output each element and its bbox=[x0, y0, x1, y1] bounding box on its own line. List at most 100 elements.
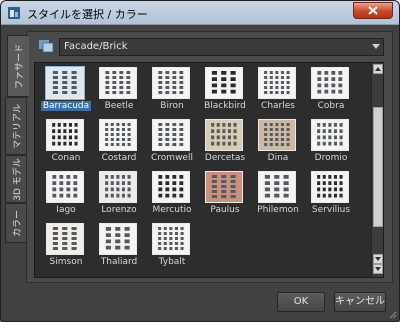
style-thumbnail[interactable]: Mercutio bbox=[147, 171, 199, 223]
tab-3d-model[interactable]: 3D モデル bbox=[5, 155, 27, 203]
facade-windows-icon bbox=[264, 123, 290, 146]
facade-windows-icon bbox=[158, 227, 184, 250]
close-button[interactable] bbox=[353, 2, 393, 19]
style-thumbnail[interactable]: Dercetas bbox=[200, 119, 252, 171]
scroll-thumb[interactable] bbox=[373, 107, 383, 227]
facade-windows-icon bbox=[211, 175, 236, 198]
building-facade-image bbox=[311, 171, 349, 203]
style-name-text: Costard bbox=[101, 153, 137, 163]
style-name-text: Servilius bbox=[311, 205, 351, 215]
tab-facade-label: ファサード bbox=[15, 43, 26, 89]
facade-windows-icon bbox=[264, 71, 290, 94]
style-thumbnail[interactable]: Philemon bbox=[253, 171, 305, 223]
category-icon bbox=[39, 40, 53, 52]
building-facade-image bbox=[46, 223, 84, 255]
scroll-down-button[interactable] bbox=[373, 254, 383, 264]
building-facade-image bbox=[152, 119, 190, 151]
facade-windows-icon bbox=[52, 227, 77, 250]
building-facade-image bbox=[152, 223, 190, 255]
building-facade-image bbox=[311, 67, 349, 99]
facade-windows-icon bbox=[52, 175, 78, 198]
facade-windows-icon bbox=[317, 123, 343, 146]
building-facade-image bbox=[205, 119, 243, 151]
style-name-text: Lorenzo bbox=[101, 205, 137, 215]
arrow-up-icon bbox=[375, 67, 381, 71]
tab-material[interactable]: マテリアル bbox=[5, 97, 27, 155]
building-facade-image bbox=[258, 171, 296, 203]
style-thumbnail[interactable]: Simson bbox=[41, 223, 93, 275]
building-facade-image bbox=[152, 171, 190, 203]
style-name-text: Dercetas bbox=[204, 153, 246, 163]
chevron-down-icon bbox=[372, 44, 380, 49]
category-value: Facade/Brick bbox=[64, 41, 128, 52]
style-name-text: Philemon bbox=[257, 205, 299, 215]
title-bar[interactable]: スタイルを選択 / カラー bbox=[1, 1, 399, 25]
facade-windows-icon bbox=[52, 71, 77, 94]
facade-windows-icon bbox=[105, 175, 131, 198]
facade-windows-icon bbox=[158, 123, 184, 146]
style-name-text: Charles bbox=[261, 101, 295, 111]
building-facade-image bbox=[205, 171, 243, 203]
style-name-label: Servilius bbox=[300, 205, 362, 215]
tab-facade[interactable]: ファサード bbox=[7, 35, 29, 97]
style-thumbnail[interactable]: Thaliard bbox=[94, 223, 146, 275]
style-name-label: Dromio bbox=[300, 153, 362, 163]
facade-windows-icon bbox=[105, 227, 130, 250]
style-thumbnail[interactable]: Dina bbox=[253, 119, 305, 171]
style-thumbnail[interactable]: Charles bbox=[253, 67, 305, 119]
building-facade-image bbox=[46, 171, 84, 203]
style-thumbnail[interactable]: Costard bbox=[94, 119, 146, 171]
style-thumbnail[interactable]: Lorenzo bbox=[94, 171, 146, 223]
style-panel: Facade/Brick Barracuda Beetle Biron Blackbi… bbox=[26, 31, 393, 283]
scroll-end-button[interactable] bbox=[373, 264, 383, 274]
style-name-text: Iago bbox=[56, 205, 76, 215]
building-facade-image bbox=[152, 67, 190, 99]
style-thumbnail[interactable]: Barracuda bbox=[40, 66, 93, 119]
building-facade-image bbox=[46, 119, 84, 151]
category-dropdown[interactable]: Facade/Brick bbox=[59, 38, 384, 56]
facade-windows-icon bbox=[52, 123, 78, 146]
building-facade-image bbox=[99, 67, 137, 99]
style-name-text: Thaliard bbox=[100, 257, 138, 267]
style-thumbnail[interactable]: Tybalt bbox=[147, 223, 199, 275]
style-name-text: Blackbird bbox=[204, 101, 246, 111]
arrow-down-icon bbox=[375, 257, 381, 261]
style-thumbnail[interactable]: Biron bbox=[147, 67, 199, 119]
style-name-text: Tybalt bbox=[158, 257, 186, 267]
style-thumbnail[interactable]: Cromwell bbox=[147, 119, 199, 171]
resize-grip-icon[interactable] bbox=[387, 309, 397, 319]
tab-3d-model-label: 3D モデル bbox=[13, 157, 23, 201]
style-thumbnail[interactable]: Blackbird bbox=[200, 67, 252, 119]
style-thumbnail-grid: Barracuda Beetle Biron Blackbird Charles Cobr… bbox=[34, 62, 384, 278]
tab-color[interactable]: カラー bbox=[5, 203, 27, 243]
style-name-text: Cobra bbox=[317, 101, 345, 111]
style-name-text: Conan bbox=[51, 153, 81, 163]
facade-windows-icon bbox=[211, 71, 236, 94]
facade-windows-icon bbox=[158, 175, 184, 198]
style-thumbnail[interactable]: Cobra bbox=[306, 67, 358, 119]
style-thumbnail[interactable]: Paulus bbox=[200, 171, 252, 223]
facade-windows-icon bbox=[264, 175, 289, 198]
cancel-button[interactable]: キャンセル bbox=[334, 292, 386, 312]
style-name-label: Cobra bbox=[300, 101, 362, 111]
style-thumbnail[interactable]: Conan bbox=[41, 119, 93, 171]
style-thumbnail[interactable]: Iago bbox=[41, 171, 93, 223]
style-name-text: Barracuda bbox=[40, 101, 92, 111]
style-name-text: Paulus bbox=[210, 205, 240, 215]
facade-windows-icon bbox=[105, 123, 131, 146]
scroll-up-button[interactable] bbox=[373, 64, 383, 74]
arrow-down-icon bbox=[375, 267, 381, 271]
building-facade-image bbox=[99, 119, 137, 151]
vertical-scrollbar[interactable] bbox=[371, 63, 383, 277]
building-facade-image bbox=[311, 119, 349, 151]
ok-button[interactable]: OK bbox=[277, 292, 325, 312]
style-thumbnail[interactable]: Beetle bbox=[94, 67, 146, 119]
style-thumbnail[interactable]: Servilius bbox=[306, 171, 358, 223]
building-facade-image bbox=[258, 119, 296, 151]
building-facade-image bbox=[258, 67, 296, 99]
facade-windows-icon bbox=[317, 71, 343, 94]
style-name-text: Cromwell bbox=[151, 153, 193, 163]
style-thumbnail[interactable]: Dromio bbox=[306, 119, 358, 171]
building-facade-image bbox=[45, 66, 85, 100]
tab-color-label: カラー bbox=[13, 209, 24, 237]
